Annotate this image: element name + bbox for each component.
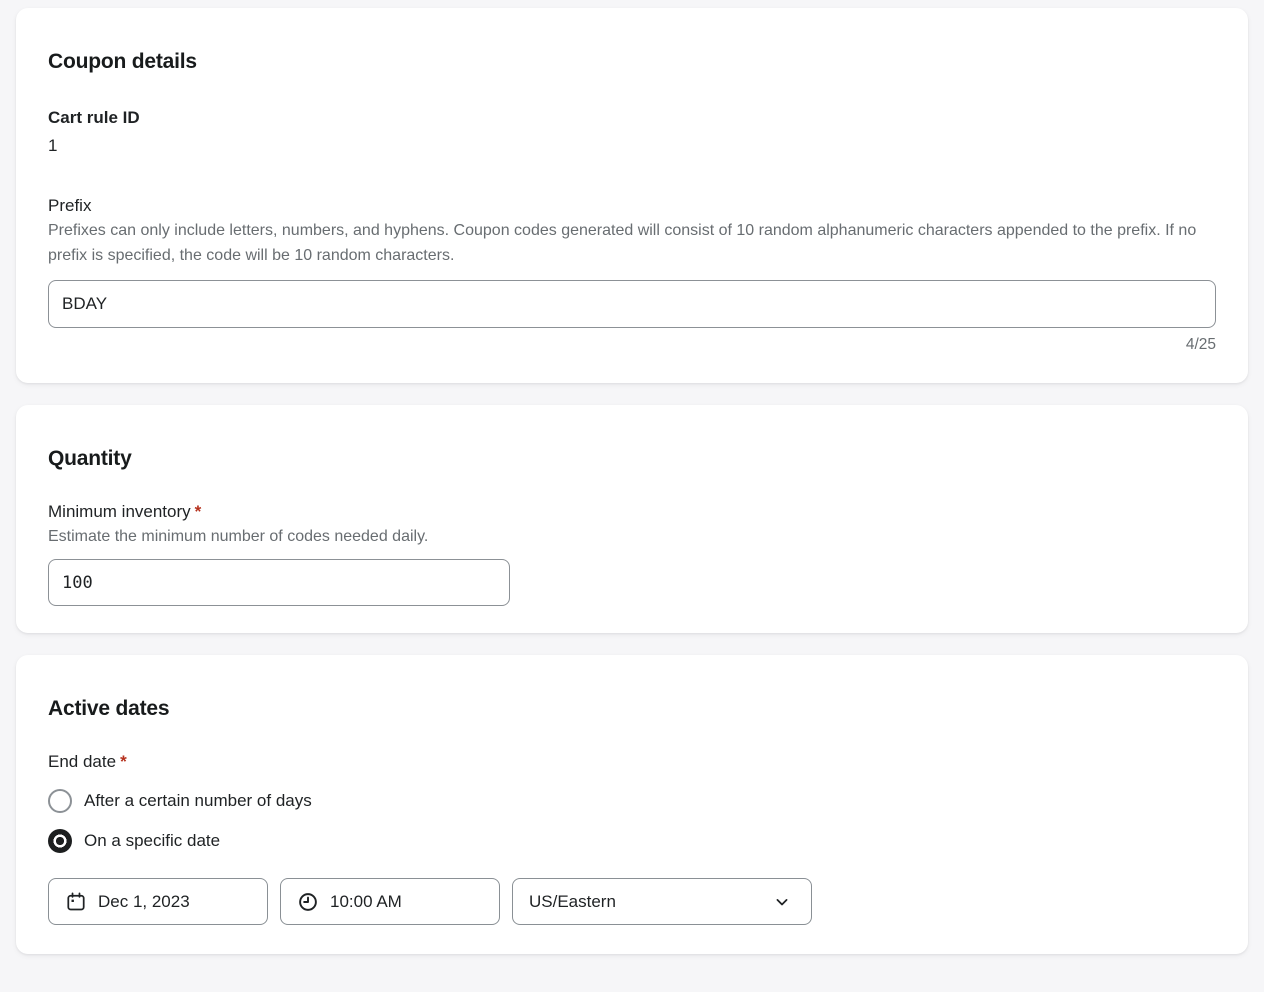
calendar-icon: [65, 891, 87, 913]
minimum-inventory-input[interactable]: [48, 559, 510, 606]
prefix-label: Prefix: [48, 196, 1216, 216]
radio-option-label: After a certain number of days: [84, 791, 312, 811]
minimum-inventory-label: Minimum inventory*: [48, 502, 1216, 522]
prefix-char-counter: 4/25: [48, 336, 1216, 354]
radio-option-specific-date[interactable]: On a specific date: [48, 829, 1216, 853]
required-marker: *: [120, 752, 127, 771]
cart-rule-id-field: Cart rule ID 1: [48, 108, 1216, 156]
prefix-field: Prefix Prefixes can only include letters…: [48, 196, 1216, 354]
coupon-details-card: Coupon details Cart rule ID 1 Prefix Pre…: [16, 8, 1248, 383]
coupon-details-title: Coupon details: [48, 50, 1216, 74]
prefix-input[interactable]: [48, 280, 1216, 328]
minimum-inventory-label-text: Minimum inventory: [48, 502, 191, 521]
radio-button[interactable]: [48, 789, 72, 813]
quantity-title: Quantity: [48, 447, 1216, 471]
end-time-picker[interactable]: 10:00 AM: [280, 878, 500, 925]
prefix-help-text: Prefixes can only include letters, numbe…: [48, 219, 1216, 269]
clock-icon: [297, 891, 319, 913]
end-time-value: 10:00 AM: [330, 892, 402, 912]
minimum-inventory-field: Minimum inventory* Estimate the minimum …: [48, 502, 1216, 607]
minimum-inventory-help-text: Estimate the minimum number of codes nee…: [48, 525, 1216, 550]
end-date-value: Dec 1, 2023: [98, 892, 190, 912]
radio-option-after-days[interactable]: After a certain number of days: [48, 789, 1216, 813]
required-marker: *: [195, 502, 202, 521]
chevron-down-icon: [772, 892, 792, 912]
radio-button[interactable]: [48, 829, 72, 853]
radio-option-label: On a specific date: [84, 831, 220, 851]
cart-rule-id-value: 1: [48, 136, 1216, 156]
timezone-value: US/Eastern: [529, 892, 616, 912]
active-dates-title: Active dates: [48, 697, 1216, 721]
coupon-settings-page: Coupon details Cart rule ID 1 Prefix Pre…: [0, 0, 1264, 992]
active-dates-card: Active dates End date* After a certain n…: [16, 655, 1248, 954]
end-date-radio-group: After a certain number of days On a spec…: [48, 789, 1216, 853]
cart-rule-id-label: Cart rule ID: [48, 108, 1216, 128]
quantity-card: Quantity Minimum inventory* Estimate the…: [16, 405, 1248, 634]
end-date-label: End date*: [48, 752, 1216, 772]
timezone-select[interactable]: US/Eastern: [512, 878, 812, 925]
end-date-picker[interactable]: Dec 1, 2023: [48, 878, 268, 925]
date-time-picker-row: Dec 1, 2023 10:00 AM US/Eastern: [48, 878, 1216, 925]
end-date-label-text: End date: [48, 752, 116, 771]
